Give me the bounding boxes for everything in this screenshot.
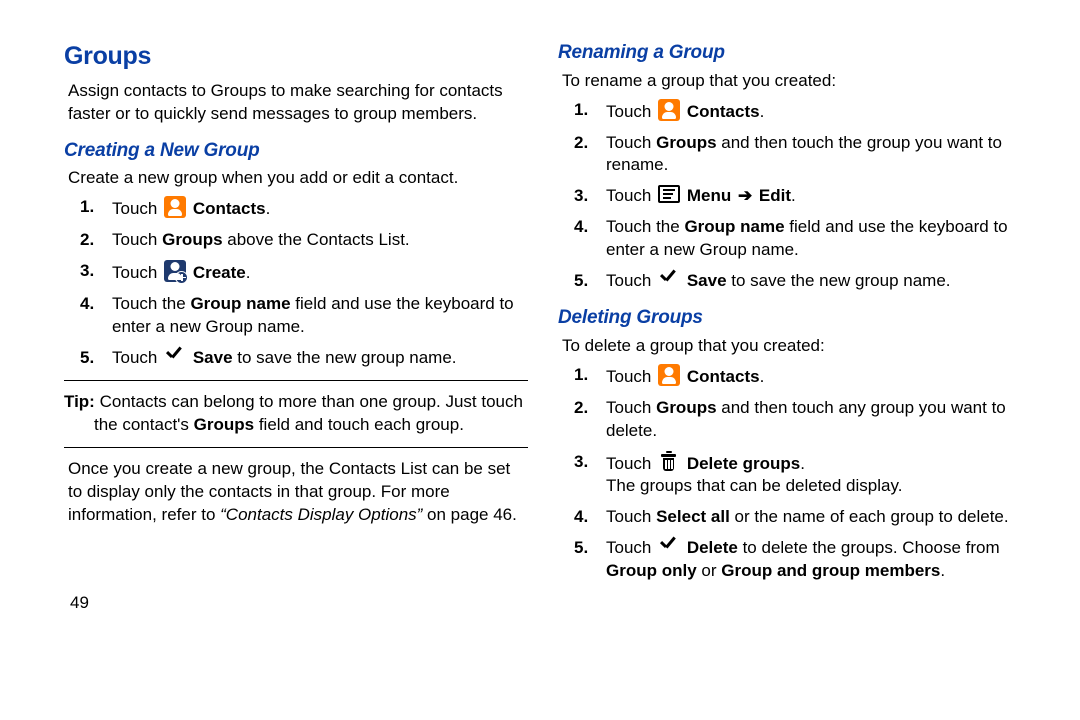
step-text: Touch <box>112 199 162 218</box>
step-text: Touch <box>606 454 656 473</box>
contacts-icon <box>658 99 680 121</box>
cross-reference: “Contacts Display Options” <box>220 505 422 524</box>
tip-block: Tip: Contacts can belong to more than on… <box>64 389 528 437</box>
step-text: to save the new group name. <box>727 271 951 290</box>
step-text: Touch <box>606 271 656 290</box>
tip-text: field and touch each group. <box>254 415 464 434</box>
step-bold: Save <box>193 348 233 367</box>
step-bold: Groups <box>656 398 716 417</box>
step: Touch Save to save the new group name. <box>602 270 1022 293</box>
section-heading: Groups <box>64 40 528 74</box>
trash-icon <box>658 451 680 473</box>
check-icon <box>658 537 680 555</box>
step-text: . <box>760 367 765 386</box>
check-icon <box>164 347 186 365</box>
step-bold: Group only <box>606 561 697 580</box>
creating-steps: Touch Contacts. Touch Groups above the C… <box>64 196 528 370</box>
step-subtext: The groups that can be deleted display. <box>606 475 1022 498</box>
step: Touch Contacts. <box>602 99 1022 124</box>
step-bold: Edit <box>759 186 791 205</box>
manual-page: Groups Assign contacts to Groups to make… <box>0 0 1080 601</box>
left-column: Groups Assign contacts to Groups to make… <box>64 40 548 591</box>
step-bold: Group name <box>684 217 784 236</box>
step-text: Touch the <box>112 294 190 313</box>
step: Touch the Group name field and use the k… <box>602 216 1022 262</box>
deleting-lead: To delete a group that you created: <box>562 335 1022 358</box>
note-paragraph: Once you create a new group, the Contact… <box>68 458 528 527</box>
step-bold: Contacts <box>193 199 266 218</box>
renaming-lead: To rename a group that you created: <box>562 70 1022 93</box>
step-bold: Group and group members <box>721 561 940 580</box>
create-icon <box>164 260 186 282</box>
step-bold: Create <box>193 263 246 282</box>
step-text: . <box>246 263 251 282</box>
step-text: Touch <box>606 102 656 121</box>
step-bold: Menu <box>687 186 731 205</box>
tip-label: Tip: <box>64 392 95 411</box>
step-text: Touch <box>606 186 656 205</box>
step-text: Touch <box>112 348 162 367</box>
step-text: Touch the <box>606 217 684 236</box>
contacts-icon <box>164 196 186 218</box>
step-text: Touch <box>606 538 656 557</box>
step-bold: Save <box>687 271 727 290</box>
menu-icon <box>658 185 680 203</box>
step: Touch Select all or the name of each gro… <box>602 506 1022 529</box>
step: Touch Save to save the new group name. <box>108 347 528 370</box>
step: Touch Delete groups. The groups that can… <box>602 451 1022 499</box>
step: Touch Create. <box>108 260 528 285</box>
step-text: Touch <box>606 367 656 386</box>
step: Touch Groups above the Contacts List. <box>108 229 528 252</box>
tip-text: the contact's <box>94 415 194 434</box>
step-text: . <box>940 561 945 580</box>
step-bold: Groups <box>656 133 716 152</box>
step: Touch Menu ➔ Edit. <box>602 185 1022 208</box>
step: Touch the Group name field and use the k… <box>108 293 528 339</box>
divider <box>64 380 528 381</box>
step-text: Touch <box>606 507 656 526</box>
tip-text: Contacts can belong to more than one gro… <box>95 392 523 411</box>
step-bold: Delete groups <box>687 454 800 473</box>
step-bold: Contacts <box>687 102 760 121</box>
step-text: Touch <box>112 263 162 282</box>
step: Touch Groups and then touch any group yo… <box>602 397 1022 443</box>
sub-heading-deleting: Deleting Groups <box>558 305 1022 331</box>
step-text: Touch <box>606 133 656 152</box>
step-bold: Contacts <box>687 367 760 386</box>
step-text: to save the new group name. <box>233 348 457 367</box>
step: Touch Delete to delete the groups. Choos… <box>602 537 1022 583</box>
step-bold: Groups <box>162 230 222 249</box>
step-bold: Delete <box>687 538 738 557</box>
sub-heading-renaming: Renaming a Group <box>558 40 1022 66</box>
step-text: . <box>266 199 271 218</box>
creating-lead: Create a new group when you add or edit … <box>68 167 528 190</box>
page-number: 49 <box>70 593 89 613</box>
deleting-steps: Touch Contacts. Touch Groups and then to… <box>558 364 1022 584</box>
step-text: or <box>697 561 722 580</box>
step-text: . <box>791 186 796 205</box>
step-text: to delete the groups. Choose from <box>738 538 1000 557</box>
renaming-steps: Touch Contacts. Touch Groups and then to… <box>558 99 1022 294</box>
step: Touch Contacts. <box>602 364 1022 389</box>
step-text: . <box>760 102 765 121</box>
divider <box>64 447 528 448</box>
step-bold: Select all <box>656 507 730 526</box>
step-text: Touch <box>112 230 162 249</box>
step-text: above the Contacts List. <box>223 230 410 249</box>
sub-heading-creating: Creating a New Group <box>64 138 528 164</box>
check-icon <box>658 270 680 288</box>
contacts-icon <box>658 364 680 386</box>
step-text: or the name of each group to delete. <box>730 507 1009 526</box>
section-intro: Assign contacts to Groups to make search… <box>68 80 528 126</box>
tip-bold: Groups <box>194 415 254 434</box>
note-text: on page 46. <box>422 505 517 524</box>
arrow-icon: ➔ <box>733 186 757 205</box>
step-bold: Group name <box>190 294 290 313</box>
step-text: . <box>800 454 805 473</box>
right-column: Renaming a Group To rename a group that … <box>548 40 1052 591</box>
step: Touch Groups and then touch the group yo… <box>602 132 1022 178</box>
step-text: Touch <box>606 398 656 417</box>
step: Touch Contacts. <box>108 196 528 221</box>
